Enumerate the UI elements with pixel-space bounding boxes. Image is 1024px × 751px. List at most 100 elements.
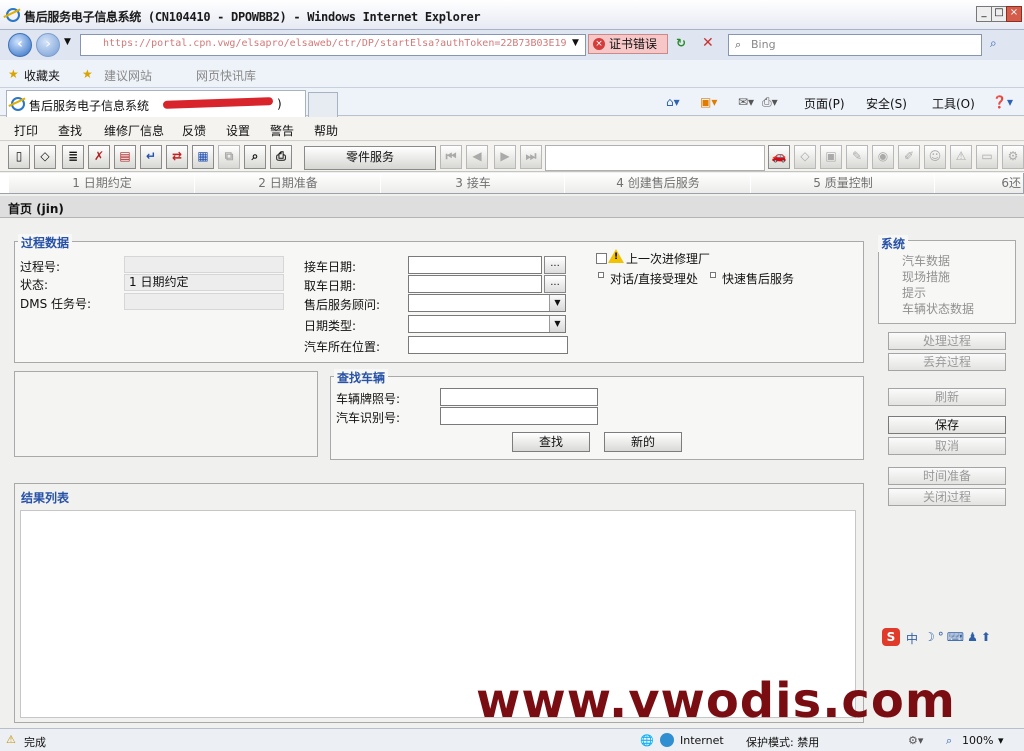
- discard-process-button[interactable]: 丢弃过程: [888, 353, 1006, 371]
- previous-record-icon[interactable]: ◀: [466, 145, 488, 169]
- return-icon[interactable]: ↵: [140, 145, 162, 169]
- browser-tab-active[interactable]: 售后服务电子信息系统 ): [6, 90, 306, 117]
- favorites-button[interactable]: 收藏夹: [24, 67, 60, 84]
- location-input[interactable]: [408, 336, 568, 354]
- express-checkbox[interactable]: [710, 272, 716, 278]
- favorites-star-icon: ★: [8, 67, 19, 81]
- search-input[interactable]: ⌕ Bing: [728, 34, 982, 56]
- return-date-picker-button[interactable]: ...: [544, 275, 566, 293]
- home-icon[interactable]: ⌂▾: [666, 95, 680, 109]
- stamp-icon[interactable]: ▣: [820, 145, 842, 169]
- menu-print[interactable]: 打印: [14, 122, 38, 139]
- mail-icon[interactable]: ✉▾: [738, 95, 754, 109]
- new-tab-button[interactable]: [308, 92, 338, 117]
- system-link-vehicle-data[interactable]: 汽车数据: [902, 252, 950, 269]
- feeds-icon[interactable]: ▣▾: [700, 95, 717, 109]
- vin-input[interactable]: [440, 407, 598, 425]
- stop-icon[interactable]: ✕: [702, 35, 714, 51]
- date-type-label: 日期类型:: [304, 319, 357, 333]
- job-card-icon[interactable]: ▤: [114, 145, 136, 169]
- search-go-icon[interactable]: ⌕: [990, 36, 997, 51]
- last-record-icon[interactable]: ⏭: [520, 145, 542, 169]
- refresh-button[interactable]: 刷新: [888, 388, 1006, 406]
- page-menu[interactable]: 页面(P): [804, 95, 845, 112]
- window-icon[interactable]: ▭: [976, 145, 998, 169]
- step-tab-preparation[interactable]: 2 日期准备: [194, 173, 382, 193]
- menu-help[interactable]: 帮助: [314, 122, 338, 139]
- pickup-date-picker-button[interactable]: ...: [544, 256, 566, 274]
- menu-workshop-info[interactable]: 维修厂信息: [104, 122, 164, 139]
- eye-icon[interactable]: ◉: [872, 145, 894, 169]
- ime-tools-icon[interactable]: ☽°⌨♟⬆: [924, 630, 994, 644]
- edit-icon[interactable]: ✎: [846, 145, 868, 169]
- status-zoom[interactable]: 100%: [962, 734, 993, 747]
- suggested-sites-link[interactable]: 建议网站: [104, 67, 152, 84]
- print-icon[interactable]: ⎙▾: [762, 95, 778, 110]
- forward-icon[interactable]: ›: [36, 33, 60, 57]
- zoom-options-icon[interactable]: ⚙▾: [908, 734, 923, 747]
- person-icon[interactable]: ☺: [924, 145, 946, 169]
- minimize-button[interactable]: _: [976, 6, 992, 22]
- refresh-icon[interactable]: ↻: [676, 36, 686, 50]
- pencil-icon[interactable]: ✐: [898, 145, 920, 169]
- system-link-vehicle-status[interactable]: 车辆状态数据: [902, 300, 974, 317]
- menu-find[interactable]: 查找: [58, 122, 82, 139]
- step-tab-reception[interactable]: 3 接车: [380, 173, 566, 193]
- copy-icon[interactable]: ⧉: [218, 145, 240, 169]
- next-record-icon[interactable]: ▶: [494, 145, 516, 169]
- certificate-error-button[interactable]: × 证书错误: [588, 34, 668, 54]
- pickup-date-input[interactable]: [408, 256, 542, 274]
- last-visit-checkbox[interactable]: [596, 253, 607, 264]
- ime-language[interactable]: 中: [906, 630, 918, 647]
- ime-logo-icon[interactable]: S: [882, 628, 900, 646]
- menu-feedback[interactable]: 反馈: [182, 122, 206, 139]
- step-tab-create-service[interactable]: 4 创建售后服务: [564, 173, 752, 193]
- step-tab-quality[interactable]: 5 质量控制: [750, 173, 936, 193]
- step-tab-appointment[interactable]: 1 日期约定: [8, 173, 196, 193]
- printer-icon[interactable]: ⎙: [270, 145, 292, 169]
- back-icon[interactable]: ‹: [8, 33, 32, 57]
- status-warning-icon: ⚠: [6, 733, 16, 746]
- zoom-dropdown-icon[interactable]: ▾: [998, 734, 1004, 747]
- dialog-checkbox[interactable]: [598, 272, 604, 278]
- warning-tool-icon[interactable]: ⚠: [950, 145, 972, 169]
- parts-service-button[interactable]: 零件服务: [304, 146, 436, 170]
- maximize-button[interactable]: □: [991, 6, 1007, 22]
- help-icon[interactable]: ❓▾: [992, 95, 1013, 109]
- delete-document-icon[interactable]: ✗: [88, 145, 110, 169]
- safety-menu[interactable]: 安全(S): [866, 95, 907, 112]
- advisor-select[interactable]: ▼: [408, 294, 566, 312]
- document-list-icon[interactable]: ≣: [62, 145, 84, 169]
- add-favorite-icon[interactable]: ★: [82, 67, 93, 81]
- swap-icon[interactable]: ⇄: [166, 145, 188, 169]
- tools-icon[interactable]: ⚙: [1002, 145, 1024, 169]
- menu-settings[interactable]: 设置: [226, 122, 250, 139]
- process-button[interactable]: 处理过程: [888, 332, 1006, 350]
- new-document-icon[interactable]: ▯: [8, 145, 30, 169]
- close-window-button[interactable]: ×: [1006, 6, 1022, 22]
- tag-icon[interactable]: ◇: [34, 145, 56, 169]
- step-tab-return[interactable]: 6还: [934, 173, 1024, 193]
- return-date-input[interactable]: [408, 275, 542, 293]
- menu-warning[interactable]: 警告: [270, 122, 294, 139]
- close-process-button[interactable]: 关闭过程: [888, 488, 1006, 506]
- car-icon[interactable]: 🚗: [768, 145, 790, 169]
- system-link-hints[interactable]: 提示: [902, 284, 926, 301]
- address-input[interactable]: https://portal.cpn.vwg/elsapro/elsaweb/c…: [80, 34, 586, 56]
- address-dropdown-icon[interactable]: ▼: [572, 38, 579, 48]
- search-tool-icon[interactable]: ⌕: [244, 145, 266, 169]
- save-button[interactable]: 保存: [888, 416, 1006, 434]
- tag-gray-icon[interactable]: ◇: [794, 145, 816, 169]
- history-dropdown-icon[interactable]: ▼: [64, 37, 71, 47]
- web-slice-gallery-link[interactable]: 网页快讯库: [196, 67, 256, 84]
- new-button[interactable]: 新的: [604, 432, 682, 452]
- plate-input[interactable]: [440, 388, 598, 406]
- cancel-button[interactable]: 取消: [888, 437, 1006, 455]
- date-type-select[interactable]: ▼: [408, 315, 566, 333]
- calendar-icon[interactable]: ▦: [192, 145, 214, 169]
- find-button[interactable]: 查找: [512, 432, 590, 452]
- tools-menu[interactable]: 工具(O): [932, 95, 975, 112]
- first-record-icon[interactable]: ⏮: [440, 145, 462, 169]
- time-prep-button[interactable]: 时间准备: [888, 467, 1006, 485]
- system-link-field-measures[interactable]: 现场措施: [902, 268, 950, 285]
